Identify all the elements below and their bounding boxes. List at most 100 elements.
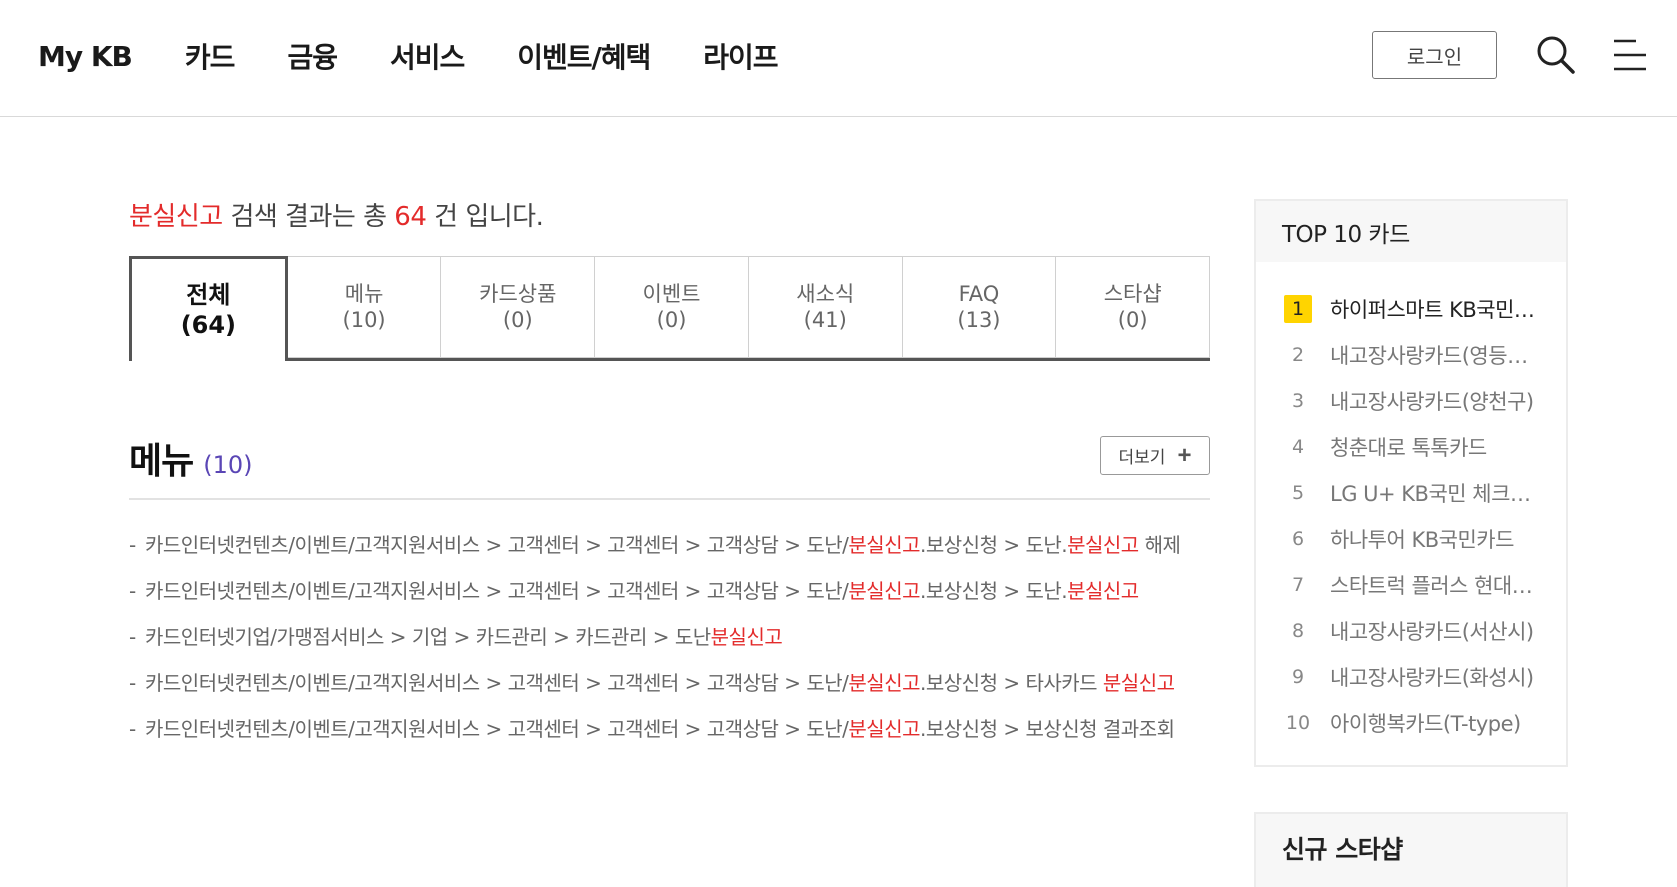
- bullet-dash: -: [129, 625, 136, 649]
- top10-cards-panel: TOP 10 카드 1 하이퍼스마트 KB국민카드 2 내고장사랑카드(영등포구) …: [1254, 199, 1568, 767]
- result-path: 카드인터넷컨텐츠/이벤트/고객지원서비스 > 고객센터 > 고객센터 > 고객상…: [145, 717, 1175, 741]
- list-item[interactable]: - 카드인터넷컨텐츠/이벤트/고객지원서비스 > 고객센터 > 고객센터 > 고객…: [129, 576, 1210, 607]
- rank-card-name: 아이행복카드(T-type): [1330, 712, 1521, 736]
- bullet-dash: -: [129, 671, 136, 695]
- tab-label: 전체: [186, 281, 231, 309]
- tab-label: 이벤트: [642, 282, 701, 306]
- rank-number: 9: [1291, 666, 1305, 688]
- rank-number: 7: [1291, 574, 1305, 596]
- tab-count: (10): [342, 308, 386, 332]
- tab-label: 새소식: [796, 282, 855, 306]
- nav-card[interactable]: 카드: [185, 36, 236, 76]
- highlight-keyword: 분실신고: [848, 579, 921, 603]
- tab-card-products[interactable]: 카드상품 (0): [441, 256, 596, 358]
- rank-card-name: 청춘대로 톡톡카드: [1330, 436, 1487, 460]
- tab-label: 스타샵: [1103, 282, 1162, 306]
- rank-card-name: 하이퍼스마트 KB국민카드: [1330, 298, 1535, 322]
- rank-item[interactable]: 5 LG U+ KB국민 체크카드: [1256, 470, 1566, 516]
- rank-item[interactable]: 7 스타트럭 플러스 현대카드: [1256, 562, 1566, 608]
- section-title-text: 메뉴: [129, 441, 194, 482]
- rank-number: 3: [1291, 390, 1305, 412]
- tab-count: (0): [656, 308, 687, 332]
- more-button[interactable]: 더보기 +: [1100, 436, 1210, 475]
- highlight-keyword: 분실신고: [848, 717, 921, 741]
- bullet-dash: -: [129, 717, 136, 741]
- top10-title: TOP 10 카드: [1256, 201, 1566, 262]
- hamburger-menu-icon[interactable]: [1612, 38, 1648, 72]
- new-starshop-panel: 신규 스타샵: [1254, 812, 1568, 887]
- tab-count: (0): [1117, 308, 1148, 332]
- rank-item[interactable]: 8 내고장사랑카드(서산시): [1256, 608, 1566, 654]
- rank-number: 6: [1291, 528, 1305, 550]
- rank-card-name: 내고장사랑카드(화성시): [1330, 666, 1534, 690]
- list-item[interactable]: - 카드인터넷컨텐츠/이벤트/고객지원서비스 > 고객센터 > 고객센터 > 고객…: [129, 668, 1210, 699]
- new-starshop-title: 신규 스타샵: [1282, 835, 1403, 864]
- highlight-keyword: 분실신고: [848, 671, 921, 695]
- nav-event-benefit[interactable]: 이벤트/혜택: [517, 36, 651, 76]
- tab-menu[interactable]: 메뉴 (10): [287, 256, 442, 358]
- rank-item[interactable]: 3 내고장사랑카드(양천구): [1256, 378, 1566, 424]
- bullet-dash: -: [129, 533, 136, 557]
- tab-count: (13): [957, 308, 1001, 332]
- rank-item[interactable]: 9 내고장사랑카드(화성시): [1256, 654, 1566, 700]
- rank-card-name: 하나투어 KB국민카드: [1330, 528, 1514, 552]
- nav-my-kb[interactable]: My KB: [38, 40, 133, 73]
- site-header: My KB 카드 금융 서비스 이벤트/혜택 라이프 로그인: [0, 0, 1677, 117]
- rank-card-name: 내고장사랑카드(양천구): [1330, 390, 1534, 414]
- nav-service[interactable]: 서비스: [390, 36, 465, 76]
- rank-item[interactable]: 2 내고장사랑카드(영등포구): [1256, 332, 1566, 378]
- result-tabs: 전체 (64) 메뉴 (10) 카드상품 (0) 이벤트 (0) 새소식 (41…: [129, 256, 1211, 361]
- tab-label: 카드상품: [479, 282, 557, 306]
- rank-number-badge: 1: [1284, 295, 1312, 323]
- rank-number: 5: [1291, 482, 1305, 504]
- rank-item[interactable]: 6 하나투어 KB국민카드: [1256, 516, 1566, 562]
- more-label: 더보기: [1118, 448, 1166, 467]
- rank-item[interactable]: 1 하이퍼스마트 KB국민카드: [1256, 286, 1566, 332]
- tab-starshop[interactable]: 스타샵 (0): [1056, 256, 1211, 358]
- login-button[interactable]: 로그인: [1372, 31, 1497, 79]
- tab-count: (0): [502, 308, 533, 332]
- rank-item[interactable]: 4 청춘대로 톡톡카드: [1256, 424, 1566, 470]
- result-path: 카드인터넷기업/가맹점서비스 > 기업 > 카드관리 > 카드관리 > 도난분실…: [145, 625, 783, 649]
- highlight-keyword: 분실신고: [848, 533, 921, 557]
- tab-count: (41): [803, 308, 847, 332]
- list-item[interactable]: - 카드인터넷컨텐츠/이벤트/고객지원서비스 > 고객센터 > 고객센터 > 고객…: [129, 714, 1210, 745]
- rank-card-name: 내고장사랑카드(영등포구): [1330, 344, 1535, 368]
- section-divider: [129, 498, 1210, 500]
- top10-list: 1 하이퍼스마트 KB국민카드 2 내고장사랑카드(영등포구) 3 내고장사랑카드(양…: [1256, 262, 1566, 746]
- result-path: 카드인터넷컨텐츠/이벤트/고객지원서비스 > 고객센터 > 고객센터 > 고객상…: [145, 579, 1139, 603]
- summary-text-after: 건 입니다.: [426, 202, 544, 232]
- result-count: 64: [394, 202, 427, 232]
- nav-life[interactable]: 라이프: [703, 36, 778, 76]
- result-path: 카드인터넷컨텐츠/이벤트/고객지원서비스 > 고객센터 > 고객센터 > 고객상…: [145, 533, 1181, 557]
- search-icon[interactable]: [1535, 34, 1577, 76]
- tab-faq[interactable]: FAQ (13): [902, 256, 1057, 358]
- bullet-dash: -: [129, 579, 136, 603]
- menu-result-list: - 카드인터넷컨텐츠/이벤트/고객지원서비스 > 고객센터 > 고객센터 > 고객…: [129, 530, 1210, 760]
- rank-item[interactable]: 10 아이행복카드(T-type): [1256, 700, 1566, 746]
- tab-label: 메뉴: [344, 282, 384, 306]
- result-path: 카드인터넷컨텐츠/이벤트/고객지원서비스 > 고객센터 > 고객센터 > 고객상…: [145, 671, 1175, 695]
- search-summary: 분실신고 검색 결과는 총 64 건 입니다.: [129, 196, 544, 233]
- list-item[interactable]: - 카드인터넷기업/가맹점서비스 > 기업 > 카드관리 > 카드관리 > 도난분…: [129, 622, 1210, 653]
- main-nav: My KB 카드 금융 서비스 이벤트/혜택 라이프: [38, 34, 831, 78]
- highlight-keyword: 분실신고: [710, 625, 783, 649]
- menu-section-title: 메뉴 (10): [129, 432, 253, 484]
- summary-text-before: 검색 결과는 총: [222, 202, 395, 232]
- highlight-keyword: 분실신고: [1067, 533, 1139, 557]
- rank-number: 8: [1291, 620, 1305, 642]
- list-item[interactable]: - 카드인터넷컨텐츠/이벤트/고객지원서비스 > 고객센터 > 고객센터 > 고객…: [129, 530, 1210, 561]
- rank-card-name: 스타트럭 플러스 현대카드: [1330, 574, 1535, 598]
- tab-news[interactable]: 새소식 (41): [748, 256, 903, 358]
- tab-count: (64): [180, 311, 237, 339]
- highlight-keyword: 분실신고: [1067, 579, 1139, 603]
- tab-label: FAQ: [958, 282, 1000, 306]
- search-keyword: 분실신고: [129, 202, 223, 232]
- nav-finance[interactable]: 금융: [287, 36, 338, 76]
- tab-events[interactable]: 이벤트 (0): [595, 256, 749, 358]
- rank-card-name: 내고장사랑카드(서산시): [1330, 620, 1534, 644]
- section-count: (10): [203, 451, 253, 479]
- rank-number: 2: [1291, 344, 1305, 366]
- tab-all[interactable]: 전체 (64): [129, 256, 288, 361]
- highlight-keyword: 분실신고: [1102, 671, 1175, 695]
